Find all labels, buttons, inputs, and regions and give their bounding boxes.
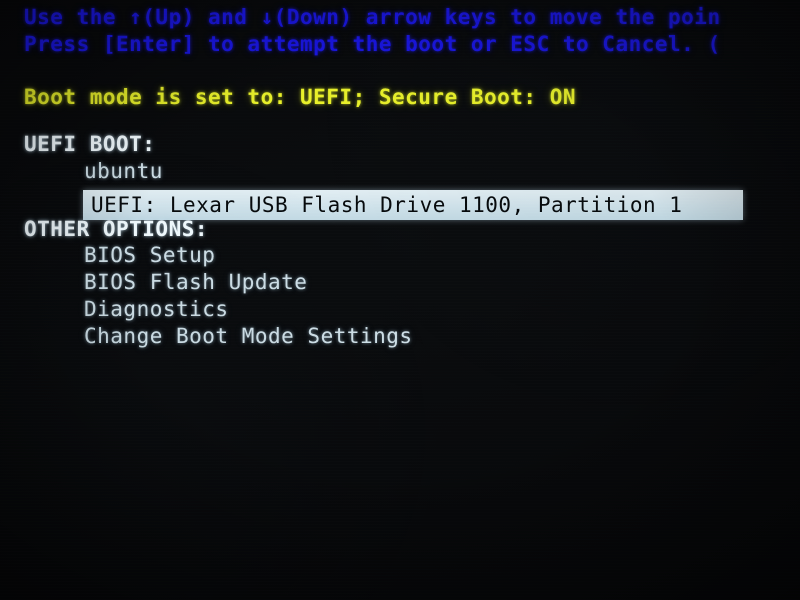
- boot-entry-lexar-usb-label: UEFI: Lexar USB Flash Drive 1100, Partit…: [91, 193, 683, 217]
- other-options-section-header: OTHER OPTIONS:: [24, 217, 209, 241]
- boot-entry-ubuntu[interactable]: ubuntu: [84, 160, 163, 182]
- boot-mode-status-text: Boot mode is set to: UEFI; Secure Boot: …: [24, 85, 577, 109]
- option-bios-setup[interactable]: BIOS Setup: [84, 244, 215, 266]
- option-diagnostics[interactable]: Diagnostics: [84, 298, 229, 320]
- instruction-line-arrow-keys: Use the ↑(Up) and ↓(Down) arrow keys to …: [24, 5, 721, 29]
- boot-entry-lexar-usb-selected[interactable]: UEFI: Lexar USB Flash Drive 1100, Partit…: [83, 190, 743, 220]
- option-change-boot-mode-settings[interactable]: Change Boot Mode Settings: [84, 325, 413, 347]
- option-bios-flash-update[interactable]: BIOS Flash Update: [84, 271, 307, 293]
- instruction-line-enter-esc: Press [Enter] to attempt the boot or ESC…: [24, 32, 721, 56]
- boot-menu-screen: Use the ↑(Up) and ↓(Down) arrow keys to …: [0, 0, 800, 600]
- uefi-boot-section-header: UEFI BOOT:: [24, 132, 156, 156]
